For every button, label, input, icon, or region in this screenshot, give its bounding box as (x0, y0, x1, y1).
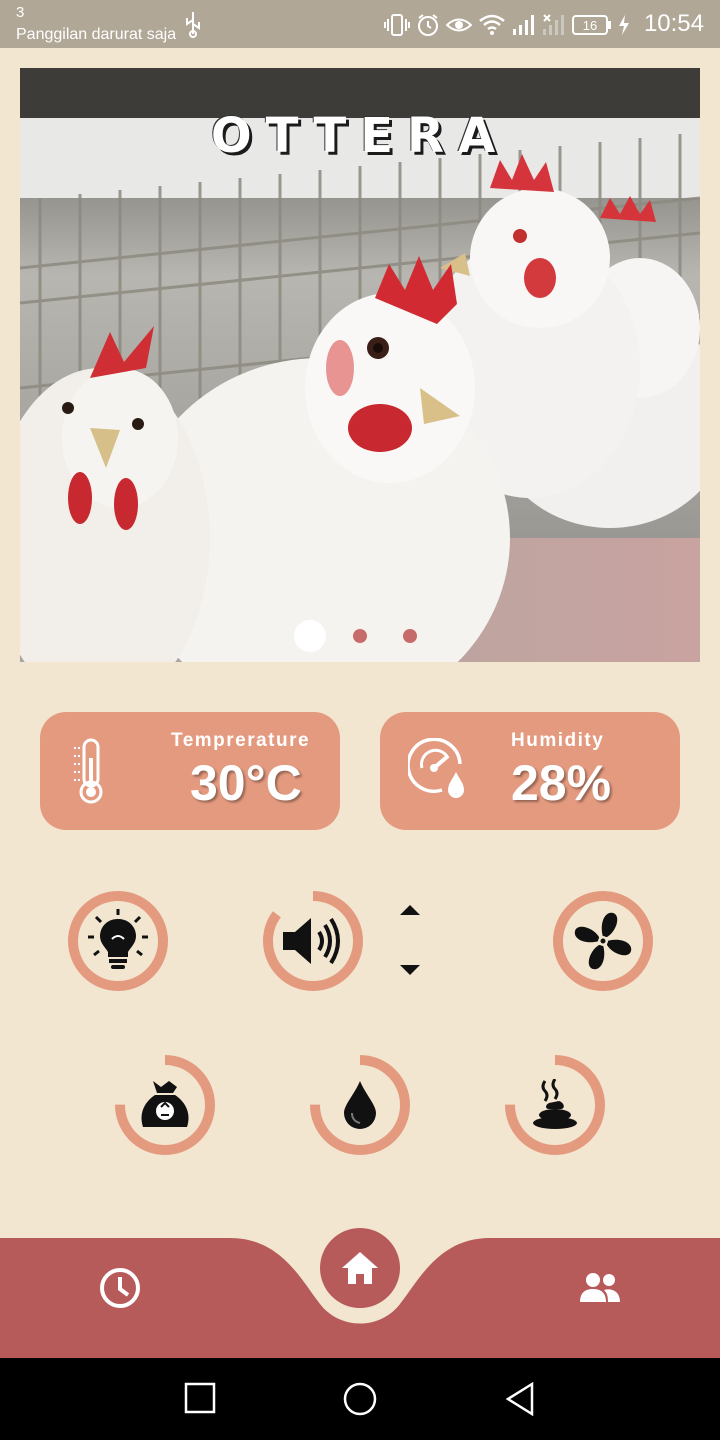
carrier-text: Panggilan darurat saja (16, 26, 177, 43)
temperature-label: Temprerature (171, 730, 311, 751)
recents-button[interactable] (184, 1382, 216, 1414)
home-icon (342, 1252, 378, 1284)
speaker-icon (283, 917, 340, 965)
usb-icon (186, 12, 200, 38)
volume-down-arrow[interactable] (400, 965, 420, 975)
back-button[interactable] (504, 1382, 536, 1416)
battery-icon: 16 (572, 15, 611, 35)
app-title: OTTERA (210, 108, 510, 164)
home-button[interactable] (320, 1228, 400, 1308)
manure-toggle[interactable] (503, 1053, 607, 1157)
carousel-dot[interactable] (403, 629, 417, 643)
charging-icon (619, 15, 629, 35)
gauge-droplet-icon (408, 738, 464, 798)
carousel-dots (20, 620, 700, 652)
humidity-label: Humidity (511, 730, 605, 751)
wifi-icon (479, 14, 505, 35)
lightbulb-icon (88, 909, 148, 969)
fan-toggle[interactable] (551, 889, 655, 993)
hero-carousel[interactable]: OTTERA (20, 68, 700, 662)
status-icons: 16 (384, 12, 630, 38)
notification-count: 3 (16, 4, 25, 21)
temperature-value: 30°C (190, 755, 302, 811)
signal-off-icon (543, 14, 564, 35)
light-toggle[interactable] (66, 889, 170, 993)
temperature-card: Temprerature 30°C (40, 712, 340, 830)
history-icon[interactable] (98, 1266, 142, 1310)
fan-icon (574, 912, 632, 970)
water-toggle[interactable] (308, 1053, 412, 1157)
carousel-dot[interactable] (353, 629, 367, 643)
carousel-dot-active[interactable] (294, 620, 326, 652)
status-bar: 3 Panggilan darurat saja 16 10:54 (0, 0, 720, 48)
water-drop-icon (344, 1081, 376, 1129)
alarm-icon (418, 14, 438, 36)
feed-toggle[interactable] (113, 1053, 217, 1157)
users-icon[interactable] (578, 1270, 622, 1306)
feed-bag-icon (141, 1081, 189, 1127)
volume-up-arrow[interactable] (400, 905, 420, 915)
system-nav-bar (0, 1358, 720, 1440)
svg-text:16: 16 (583, 18, 597, 33)
eye-icon (446, 18, 472, 32)
thermometer-icon (74, 738, 103, 804)
signal-icon (513, 15, 534, 35)
manure-icon (533, 1079, 577, 1129)
speaker-toggle[interactable] (261, 889, 365, 993)
home-system-button[interactable] (343, 1382, 377, 1416)
vibrate-icon (384, 14, 410, 36)
humidity-card: Humidity 28% (380, 712, 680, 830)
humidity-value: 28% (511, 755, 612, 811)
clock: 10:54 (643, 10, 704, 37)
